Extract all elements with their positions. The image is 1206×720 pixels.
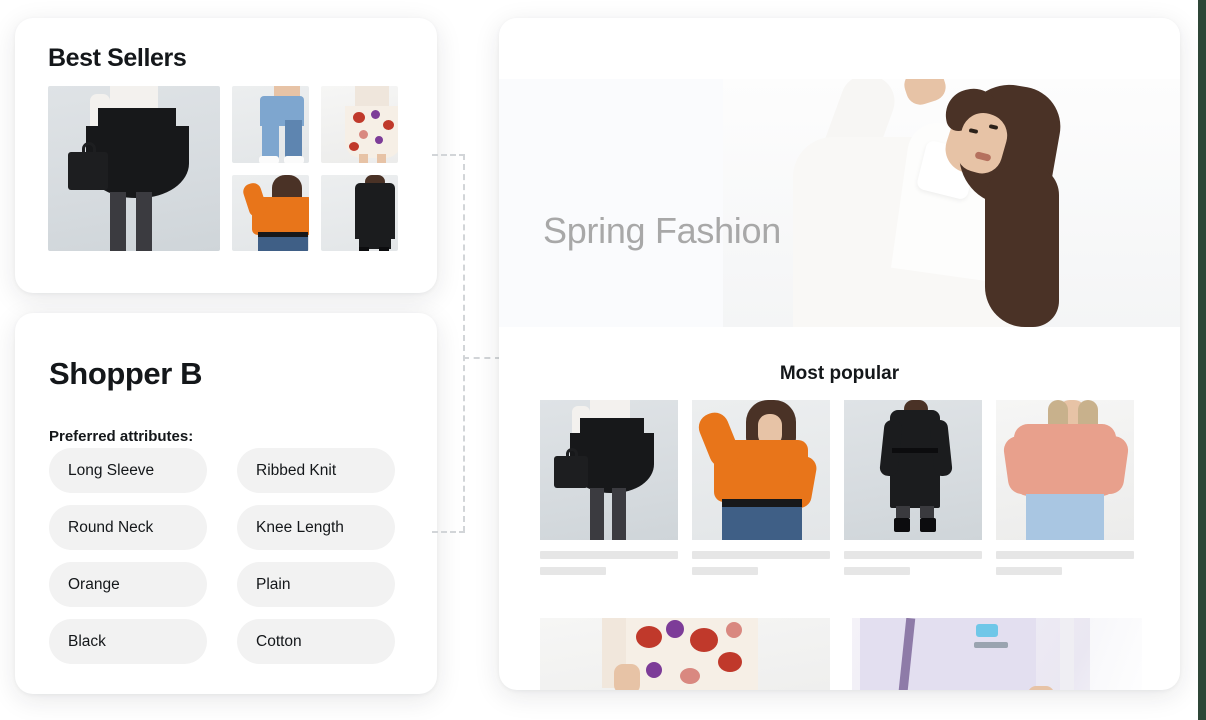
product-card-black-midi-skirt[interactable] (540, 400, 678, 575)
attribute-chip[interactable]: Ribbed Knit (237, 448, 395, 493)
product-card-black-trench-coat[interactable] (844, 400, 982, 575)
attribute-chip[interactable]: Round Neck (49, 505, 207, 550)
attribute-chip[interactable]: Long Sleeve (49, 448, 207, 493)
product-title-placeholder (692, 551, 830, 559)
product-card-floral-print-dress[interactable] (540, 618, 830, 690)
product-card-lilac-tee[interactable] (852, 618, 1142, 690)
product-price-placeholder (692, 567, 759, 575)
most-popular-title: Most popular (779, 363, 900, 384)
preferred-attributes-list: Long Sleeve Ribbed Knit Round Neck Knee … (49, 448, 404, 664)
product-price-placeholder (996, 567, 1063, 575)
product-image (852, 618, 1142, 690)
attribute-chip[interactable]: Orange (49, 562, 207, 607)
best-sellers-title: Best Sellers (48, 44, 187, 72)
product-card-pink-knit-sweater[interactable] (996, 400, 1134, 575)
best-seller-item-black-trench-dress[interactable] (321, 174, 398, 251)
product-price-placeholder (540, 567, 607, 575)
product-image (996, 400, 1134, 540)
best-sellers-grid (48, 86, 398, 251)
product-title-placeholder (996, 551, 1134, 559)
hero-model-image (723, 79, 1180, 327)
preferred-attributes-label: Preferred attributes: (49, 428, 194, 445)
page-edge-strip (1198, 0, 1206, 720)
most-popular-product-grid-row-2 (540, 618, 1142, 690)
best-seller-item-light-wash-jeans[interactable] (232, 86, 309, 163)
hero-banner: Spring Fashion (499, 79, 1180, 327)
best-sellers-panel: Best Sellers (15, 18, 437, 293)
hero-title: Spring Fashion (543, 210, 781, 251)
product-image (844, 400, 982, 540)
product-title-placeholder (540, 551, 678, 559)
product-price-placeholder (844, 567, 911, 575)
product-title-placeholder (844, 551, 982, 559)
connector-line-shopper (432, 531, 465, 533)
attribute-chip[interactable]: Black (49, 619, 207, 664)
connector-line-vertical (463, 154, 465, 532)
product-image (692, 400, 830, 540)
product-image (540, 618, 830, 690)
best-seller-item-orange-sweatshirt[interactable] (232, 174, 309, 251)
store-preview-panel: My®Store Spring Fashion (499, 18, 1180, 690)
best-sellers-thumbnails (232, 86, 398, 251)
product-card-orange-sweatshirt[interactable] (692, 400, 830, 575)
attribute-chip[interactable]: Knee Length (237, 505, 395, 550)
connector-line-best-sellers (432, 154, 465, 156)
store-header (499, 18, 1180, 79)
connector-line-store (463, 357, 501, 359)
product-image (540, 400, 678, 540)
app-canvas: Best Sellers Shopper B Preferred attribu… (0, 0, 1198, 720)
attribute-chip[interactable]: Plain (237, 562, 395, 607)
most-popular-product-grid (540, 400, 1140, 575)
attribute-chip[interactable]: Cotton (237, 619, 395, 664)
shopper-title: Shopper B (49, 356, 203, 391)
best-seller-item-black-midi-skirt[interactable] (48, 86, 220, 251)
shopper-profile-panel: Shopper B Preferred attributes: Long Sle… (15, 313, 437, 694)
best-seller-item-floral-midi-skirt[interactable] (321, 86, 398, 163)
